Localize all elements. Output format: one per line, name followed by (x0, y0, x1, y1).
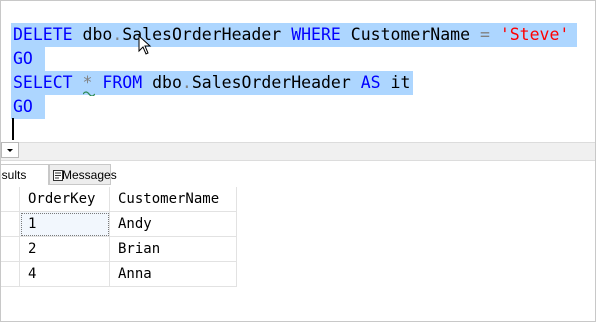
mouse-pointer-icon (138, 35, 152, 55)
code-token: 'Steve' (499, 25, 570, 44)
squiggle-underline (83, 91, 95, 96)
row-header[interactable] (1, 212, 20, 237)
code-token: GO (13, 97, 33, 116)
code-line-3[interactable]: SELECT * FROM dbo.SalesOrderHeader AS it (13, 71, 410, 95)
code-token: GO (13, 49, 33, 68)
code-token: SalesOrderHeader (191, 73, 361, 92)
code-line-4[interactable]: GO (13, 95, 33, 119)
code-token: AS (360, 73, 381, 92)
code-token: . (112, 25, 123, 44)
code-token: CustomerName (340, 25, 480, 44)
code-token: = (479, 25, 490, 44)
row-header[interactable] (1, 262, 20, 287)
row-header[interactable] (1, 237, 20, 262)
chevron-down-icon (7, 149, 13, 152)
editor-results-splitter[interactable] (1, 142, 595, 161)
code-token: FROM (102, 73, 143, 92)
grid-cell[interactable]: Brian (110, 237, 237, 262)
code-token: dbo (142, 73, 182, 92)
column-header-orderkey[interactable]: OrderKey (20, 187, 110, 212)
code-token: SELECT (13, 73, 73, 92)
tab-results[interactable]: esults (1, 164, 49, 185)
tab-messages[interactable]: Messages (49, 164, 117, 185)
grid-cell[interactable]: 4 (20, 262, 110, 287)
text-caret (12, 118, 14, 140)
code-token: DELETE (13, 25, 73, 44)
code-line-1[interactable]: DELETE dbo.SalesOrderHeader WHERE Custom… (13, 23, 569, 47)
tab-results-label: esults (1, 168, 27, 182)
grid-cell[interactable]: Andy (110, 212, 237, 237)
sql-editor[interactable]: DELETE dbo.SalesOrderHeader WHERE Custom… (1, 1, 595, 141)
code-token: dbo (72, 25, 113, 44)
code-token: it (380, 73, 411, 92)
grid-cell[interactable]: Anna (110, 262, 237, 287)
grid-cell[interactable]: 1 (20, 212, 110, 237)
code-token: . (181, 73, 192, 92)
query-window: DELETE dbo.SalesOrderHeader WHERE Custom… (0, 0, 596, 322)
tab-messages-label: Messages (62, 168, 117, 182)
grid-corner[interactable] (1, 187, 20, 212)
code-token: WHERE (291, 25, 341, 44)
code-line-2[interactable]: GO (13, 47, 33, 71)
column-header-customername[interactable]: CustomerName (110, 187, 237, 212)
zoom-dropdown-button[interactable] (1, 142, 19, 158)
grid-cell[interactable]: 2 (20, 237, 110, 262)
